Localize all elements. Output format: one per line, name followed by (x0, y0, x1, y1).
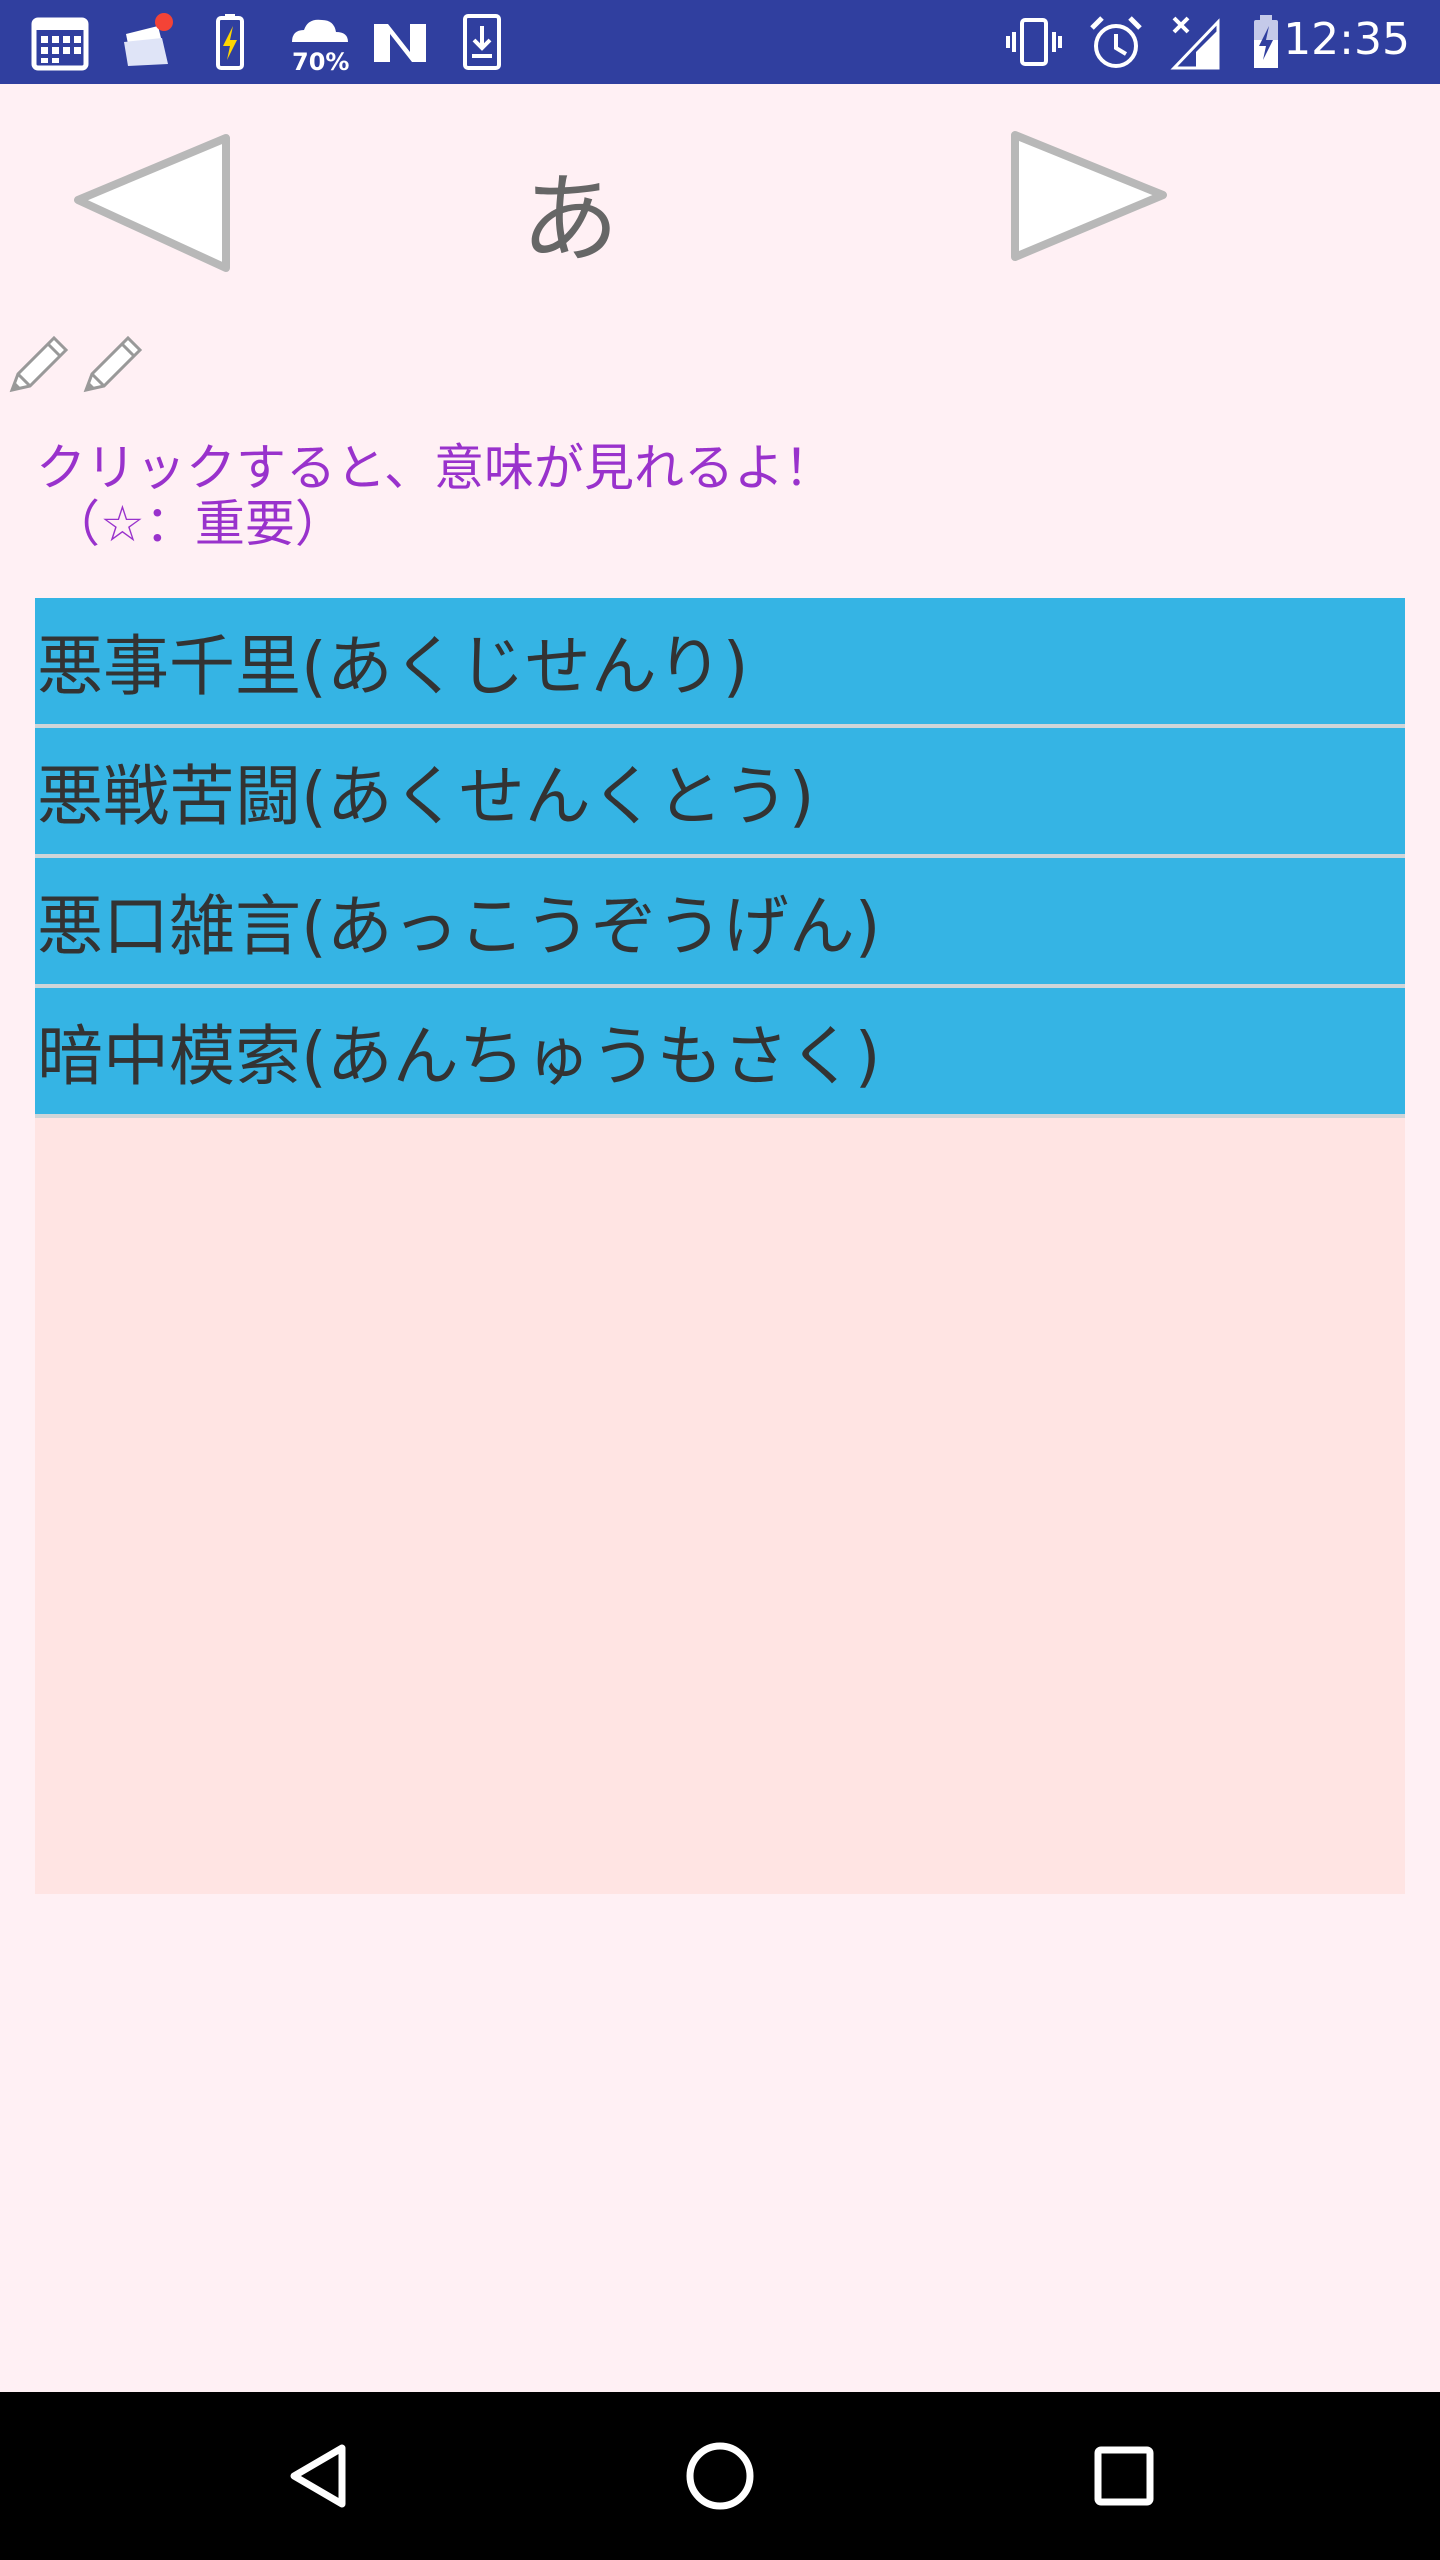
list-item[interactable]: 暗中模索(あんちゅうもさく) (35, 988, 1405, 1118)
download-icon (463, 14, 501, 70)
recents-icon[interactable] (1074, 2426, 1174, 2526)
list-item[interactable]: 悪戦苦闘(あくせんくとう) (35, 728, 1405, 858)
list-item[interactable]: 悪口雑言(あっこうぞうげん) (35, 858, 1405, 988)
list-item[interactable]: 悪事千里(あくじせんり) (35, 598, 1405, 728)
pencil-icon[interactable] (78, 330, 146, 398)
idiom-list[interactable]: 悪事千里(あくじせんり) 悪戦苦闘(あくせんくとう) 悪口雑言(あっこうぞうげん… (35, 598, 1405, 1894)
status-bar: 70% 12:35 (0, 0, 1440, 84)
vibrate-icon (1006, 18, 1062, 66)
n-app-icon (374, 24, 426, 62)
pencil-icon[interactable] (4, 330, 72, 398)
clock: 12:35 (1283, 14, 1410, 65)
back-icon[interactable] (266, 2426, 366, 2526)
navigation-bar (0, 2392, 1440, 2560)
files-notification-icon (124, 13, 173, 66)
no-signal-icon (1170, 16, 1220, 70)
next-button[interactable] (1005, 125, 1175, 275)
alarm-icon (1090, 16, 1142, 68)
calendar-icon (31, 17, 89, 71)
hint-text: クリックすると、意味が見れるよ！ （☆：重要） (36, 440, 834, 552)
prev-button[interactable] (66, 128, 236, 278)
weather-icon: 70% (292, 19, 349, 72)
svg-text:70%: 70% (292, 48, 349, 72)
hint-line-2: （☆：重要） (50, 495, 345, 553)
kana-title: あ (520, 163, 619, 277)
home-icon[interactable] (670, 2426, 770, 2526)
hint-line-1: クリックすると、意味が見れるよ！ (36, 439, 834, 497)
battery-charging-icon (216, 14, 244, 70)
